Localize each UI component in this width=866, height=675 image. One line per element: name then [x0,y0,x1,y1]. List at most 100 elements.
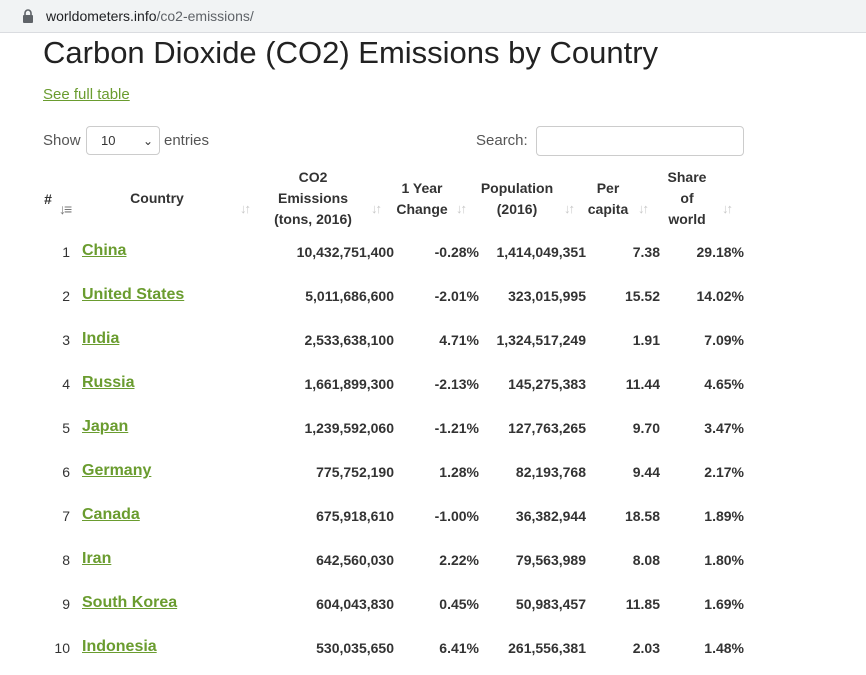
rank-cell: 10 [54,640,70,656]
header-line: Share [667,169,707,185]
co2-emissions-cell: 775,752,190 [316,464,394,480]
entries-select[interactable]: 10 ⌄ [86,126,160,155]
per-capita-cell: 9.44 [632,464,660,480]
header-line: (tons, 2016) [274,211,352,227]
country-link[interactable]: China [82,242,126,260]
header-1-year-change[interactable]: 1 Year Change [387,178,457,220]
share-of-world-cell: 1.89% [704,508,744,524]
header-line: capita [587,201,629,217]
sort-arrows-icon[interactable]: ↓↑ [564,201,575,216]
rank-cell: 8 [62,552,70,568]
population-cell: 79,563,989 [515,552,586,568]
change-cell: 1.28% [439,464,479,480]
country-link[interactable]: Iran [82,550,111,568]
header-line: Country [130,190,184,206]
header-co2-emissions[interactable]: CO2 Emissions (tons, 2016) [258,167,368,230]
header-per-capita[interactable]: Per capita [583,178,633,220]
country-link[interactable]: Indonesia [82,638,157,656]
population-cell: 1,324,517,249 [496,332,586,348]
lock-icon [23,9,33,23]
header-line: 1 Year [401,180,443,196]
change-cell: 4.71% [439,332,479,348]
header-rank[interactable]: # [41,189,55,210]
browser-address-bar[interactable]: worldometers.info/co2-emissions/ [0,0,866,33]
change-cell: -1.21% [434,420,479,436]
sort-asc-icon[interactable]: ↓≡ [59,201,72,217]
country-link[interactable]: Canada [82,506,140,524]
co2-emissions-cell: 2,533,638,100 [304,332,394,348]
search-label: Search: [476,132,528,149]
rank-cell: 6 [62,464,70,480]
header-line: Emissions [277,190,349,206]
co2-emissions-cell: 5,011,686,600 [305,288,394,304]
header-population[interactable]: Population (2016) [472,178,562,220]
change-cell: 0.45% [439,596,479,612]
share-of-world-cell: 2.17% [704,464,744,480]
rank-cell: 2 [62,288,70,304]
co2-emissions-cell: 1,239,592,060 [304,420,394,436]
share-of-world-cell: 1.80% [704,552,744,568]
country-link[interactable]: India [82,330,119,348]
url-text[interactable]: worldometers.info/co2-emissions/ [46,8,254,24]
sort-arrows-icon[interactable]: ↓↑ [371,201,382,216]
header-line: CO2 [298,169,328,185]
population-cell: 82,193,768 [515,464,586,480]
population-cell: 1,414,049,351 [496,244,586,260]
population-cell: 36,382,944 [515,508,586,524]
share-of-world-cell: 29.18% [696,244,744,260]
sort-arrows-icon[interactable]: ↓↑ [240,201,251,216]
per-capita-cell: 1.91 [632,332,660,348]
change-cell: -0.28% [434,244,479,260]
per-capita-cell: 7.38 [632,244,660,260]
share-of-world-cell: 3.47% [704,420,744,436]
population-cell: 323,015,995 [508,288,586,304]
co2-emissions-cell: 530,035,650 [316,640,394,656]
search-input[interactable] [536,126,744,156]
share-of-world-cell: 1.69% [704,596,744,612]
share-of-world-cell: 7.09% [704,332,744,348]
change-cell: -1.00% [434,508,479,524]
per-capita-cell: 15.52 [624,288,660,304]
change-cell: -2.01% [434,288,479,304]
rank-cell: 5 [62,420,70,436]
country-link[interactable]: Germany [82,462,151,480]
co2-emissions-cell: 675,918,610 [316,508,394,524]
header-line: Change [396,201,448,217]
country-link[interactable]: United States [82,286,184,304]
header-country[interactable]: Country [107,188,207,209]
sort-arrows-icon[interactable]: ↓↑ [722,201,733,216]
per-capita-cell: 9.70 [632,420,660,436]
change-cell: 2.22% [439,552,479,568]
per-capita-cell: 11.85 [625,596,660,612]
entries-select-value: 10 [101,133,116,148]
change-cell: 6.41% [439,640,479,656]
share-of-world-cell: 1.48% [704,640,744,656]
country-link[interactable]: South Korea [82,594,177,612]
co2-emissions-cell: 1,661,899,300 [304,376,394,392]
header-line: world [668,211,706,227]
country-link[interactable]: Japan [82,418,128,436]
per-capita-cell: 8.08 [632,552,660,568]
rank-cell: 1 [62,244,70,260]
share-of-world-cell: 4.65% [704,376,744,392]
chevron-down-icon: ⌄ [142,134,153,148]
co2-emissions-cell: 642,560,030 [316,552,394,568]
header-line: of [680,190,694,206]
co2-emissions-cell: 10,432,751,400 [296,244,394,260]
header-line: Population [480,180,554,196]
country-link[interactable]: Russia [82,374,134,392]
sort-arrows-icon[interactable]: ↓↑ [456,201,467,216]
show-label: Show [43,132,81,149]
share-of-world-cell: 14.02% [696,288,744,304]
see-full-table-link[interactable]: See full table [43,86,130,103]
entries-label: entries [164,132,210,149]
population-cell: 145,275,383 [508,376,586,392]
per-capita-cell: 18.58 [624,508,660,524]
url-domain: worldometers.info [46,8,157,24]
sort-arrows-icon[interactable]: ↓↑ [638,201,649,216]
header-line: Per [596,180,620,196]
population-cell: 50,983,457 [515,596,586,612]
header-share-of-world[interactable]: Share of world [662,167,712,230]
header-line: (2016) [496,201,538,217]
population-cell: 261,556,381 [508,640,586,656]
